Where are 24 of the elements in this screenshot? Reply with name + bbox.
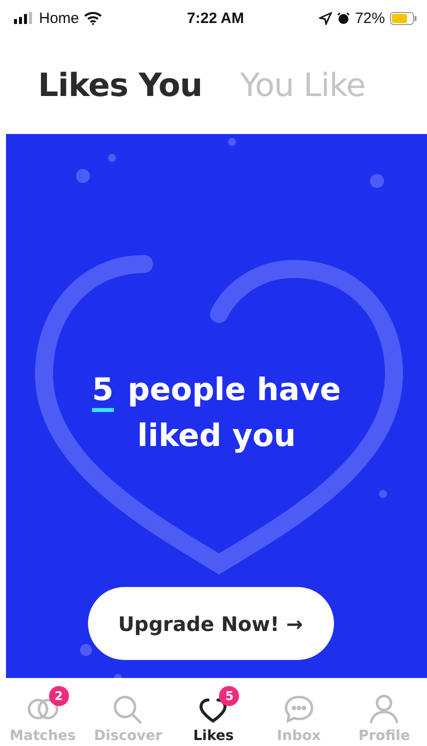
location-arrow-icon (318, 12, 332, 24)
count-badge: 5 (219, 686, 240, 706)
person-icon (368, 694, 400, 724)
battery-icon (390, 12, 417, 24)
count-badge: 2 (48, 686, 69, 706)
carrier-name: Home (39, 10, 80, 26)
search-icon (112, 694, 144, 724)
chat-icon (282, 694, 315, 724)
dot-decoration (379, 490, 387, 498)
tab[interactable]: Likes You (38, 66, 202, 104)
dot-decoration (80, 644, 92, 656)
likes-headline: 5 people have liked you (91, 371, 342, 456)
nav-tab[interactable]: Matches 2 (2, 686, 83, 744)
alarm-clock-icon (336, 12, 350, 24)
wifi-icon (84, 12, 102, 24)
dot-decoration (108, 154, 116, 162)
upgrade-button[interactable]: Upgrade Now! → (88, 587, 334, 660)
signal-icon (14, 12, 34, 24)
dot-decoration (228, 138, 236, 146)
dot-decoration (76, 169, 90, 183)
dot-decoration (370, 174, 384, 188)
battery-percent: 72% (354, 10, 385, 26)
nav-tab[interactable]: Likes 5 (173, 686, 254, 744)
clock-time: 7:22 AM (187, 10, 244, 26)
